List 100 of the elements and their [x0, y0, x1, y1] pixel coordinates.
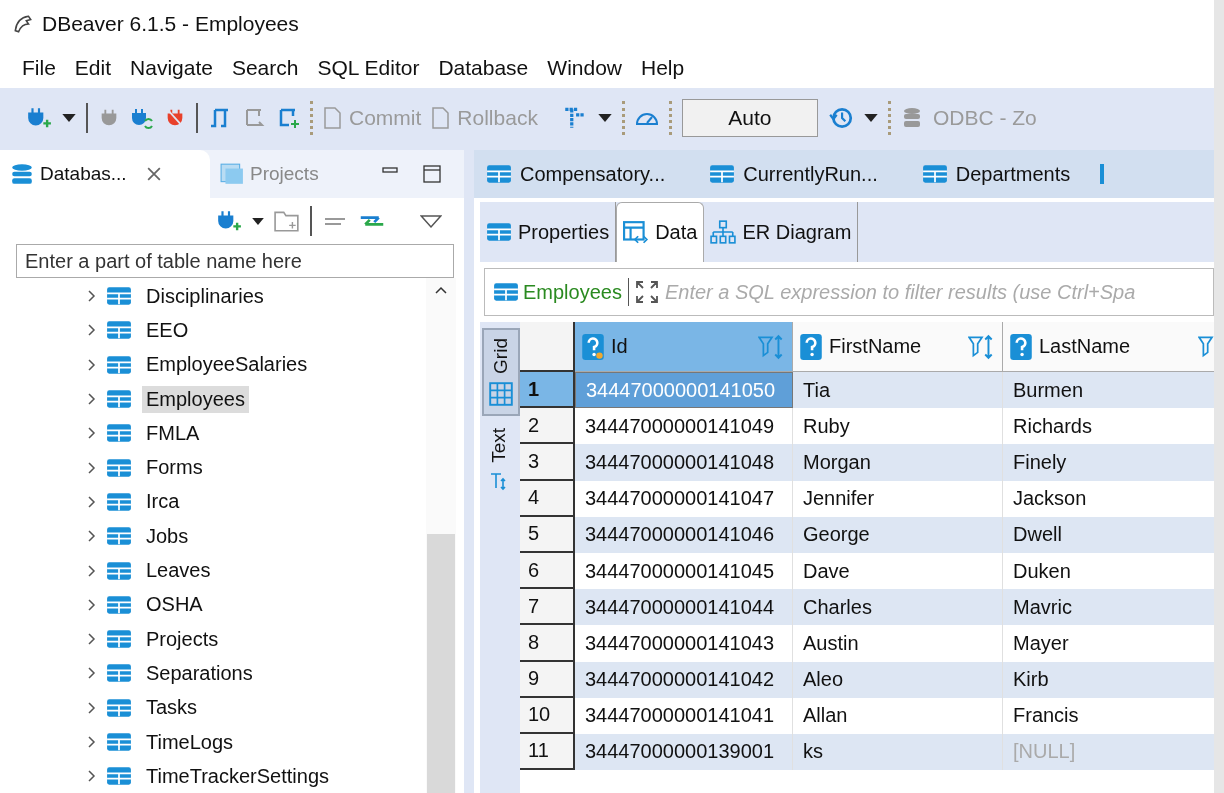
tree-item[interactable]: EmployeeSalaries — [142, 351, 312, 379]
tree-item[interactable]: Projects — [142, 625, 223, 653]
scrollbar[interactable] — [426, 278, 456, 793]
menu-item[interactable]: Help — [641, 56, 685, 80]
row-number[interactable]: 11 — [520, 733, 575, 771]
collapse-icon[interactable] — [322, 215, 348, 227]
column-header[interactable]: Id — [575, 322, 793, 372]
editor-sub-tab[interactable]: Data — [616, 202, 705, 262]
auto-commit-button[interactable]: Auto — [681, 99, 818, 137]
menu-item[interactable]: Navigate — [130, 56, 213, 80]
tree-item[interactable]: Forms — [142, 454, 207, 482]
table-icon — [106, 286, 132, 307]
row-number[interactable]: 6 — [520, 552, 575, 590]
tree-item[interactable]: Employees — [142, 385, 249, 413]
table-cell[interactable]: Mayer — [1003, 625, 1214, 662]
table-cell[interactable]: Jennifer — [793, 480, 1003, 517]
table-search-field[interactable]: Enter a part of table name here — [16, 244, 454, 278]
tree-item[interactable]: TimeTrackerSettings — [142, 762, 333, 790]
editor-tab-edge[interactable] — [1100, 164, 1105, 184]
view-tab[interactable]: Text — [482, 419, 516, 499]
table-icon — [106, 697, 132, 718]
view-tab[interactable]: Grid — [482, 328, 520, 416]
plug-disconnect-icon[interactable] — [164, 107, 186, 129]
scrollbar-thumb[interactable] — [427, 534, 455, 793]
document-icon — [323, 107, 343, 129]
row-number[interactable]: 3 — [520, 444, 575, 481]
row-number[interactable]: 7 — [520, 589, 575, 626]
tree-item[interactable]: TimeLogs — [142, 728, 238, 756]
table-cell[interactable]: Jackson — [1003, 480, 1214, 517]
panel-tab[interactable]: Databas... — [0, 150, 210, 198]
table-cell[interactable]: 34447000000141044 — [575, 589, 793, 626]
table-cell[interactable]: Tia — [793, 372, 1003, 409]
table-icon — [106, 732, 132, 752]
menu-item[interactable]: Database — [438, 56, 529, 80]
table-cell[interactable]: Mavric — [1003, 589, 1214, 626]
table-cell[interactable]: 34447000000141046 — [575, 516, 793, 553]
maximize-icon[interactable] — [422, 164, 442, 184]
editor-tab[interactable]: CurrentlyRun... — [709, 162, 878, 186]
table-cell[interactable]: ks — [793, 733, 1003, 771]
tree-item[interactable]: FMLA — [142, 419, 204, 447]
plug-refresh-icon[interactable] — [130, 106, 154, 130]
menu-item[interactable]: Window — [547, 56, 622, 80]
expand-icon[interactable] — [634, 280, 659, 304]
filter-field[interactable]: Employees Enter a SQL expression to filter results (use Ctrl+Spa — [484, 268, 1214, 316]
caret-icon[interactable] — [597, 114, 612, 122]
menu-item[interactable]: Search — [231, 56, 299, 80]
row-number[interactable]: 2 — [520, 408, 575, 445]
grid-icon — [489, 381, 513, 406]
tree-item[interactable]: Tasks — [142, 694, 202, 722]
table-cell[interactable]: 34447000000141041 — [575, 697, 793, 734]
tree-item[interactable]: Irca — [142, 488, 184, 516]
tree-item[interactable]: Jobs — [142, 522, 193, 550]
caret-icon[interactable] — [62, 114, 76, 122]
row-number[interactable]: 9 — [520, 661, 575, 698]
table-cell[interactable]: Allan — [793, 697, 1003, 734]
row-number[interactable]: 8 — [520, 625, 575, 662]
view-menu-icon[interactable] — [420, 214, 442, 228]
menu-item[interactable]: Edit — [74, 56, 112, 80]
table-cell[interactable]: Austin — [793, 625, 1003, 662]
menu-item[interactable]: File — [22, 56, 56, 80]
close-icon[interactable] — [146, 167, 161, 181]
row-number[interactable]: 5 — [520, 516, 575, 553]
column-header[interactable]: LastName — [1003, 322, 1214, 372]
table-cell[interactable]: Kirb — [1003, 661, 1214, 698]
entity-link[interactable]: Employees — [493, 280, 622, 304]
tree-item[interactable]: Separations — [142, 659, 257, 687]
table-icon — [921, 164, 948, 184]
table-cell[interactable]: Dwell — [1003, 516, 1214, 553]
table-cell[interactable]: 34447000000141042 — [575, 661, 793, 698]
table-cell[interactable]: 34447000000139001 — [575, 733, 793, 771]
row-number[interactable]: 1 — [520, 372, 575, 409]
table-cell[interactable]: Aleo — [793, 661, 1003, 698]
caret-icon[interactable] — [252, 217, 264, 225]
row-number[interactable]: 10 — [520, 697, 575, 734]
table-cell[interactable]: 34447000000141047 — [575, 480, 793, 517]
table-cell[interactable]: Burmen — [1003, 372, 1214, 409]
table-cell[interactable]: Morgan — [793, 444, 1003, 481]
scroll-up-icon[interactable] — [435, 286, 447, 294]
editor-tab[interactable]: Departments — [921, 162, 1071, 186]
table-icon — [106, 423, 132, 444]
table-cell[interactable]: 34447000000141043 — [575, 625, 793, 662]
table-cell[interactable]: George — [793, 516, 1003, 553]
table-cell[interactable]: Finely — [1003, 444, 1214, 481]
row-number[interactable]: 4 — [520, 480, 575, 517]
tree-item[interactable]: EEO — [142, 316, 193, 344]
caret-icon[interactable] — [863, 114, 878, 122]
table-cell[interactable]: Charles — [793, 589, 1003, 626]
data-grid-icon — [623, 220, 650, 245]
table-cell[interactable]: 34447000000141048 — [575, 444, 793, 481]
history-icon[interactable] — [827, 105, 854, 131]
editor-sub-tab[interactable]: ER Diagram — [704, 202, 859, 262]
editor-tab[interactable]: Compensatory... — [486, 162, 666, 186]
menu-item[interactable]: SQL Editor — [317, 56, 420, 80]
column-header[interactable]: FirstName — [793, 322, 1003, 372]
editor-sub-tab[interactable]: Properties — [480, 202, 617, 262]
table-cell[interactable]: Francis — [1003, 697, 1214, 734]
tree-item[interactable]: Disciplinaries — [142, 282, 268, 310]
folder-add-icon[interactable] — [274, 209, 300, 233]
tree-item[interactable]: OSHA — [142, 591, 207, 619]
tree-item[interactable]: Leaves — [142, 557, 215, 584]
